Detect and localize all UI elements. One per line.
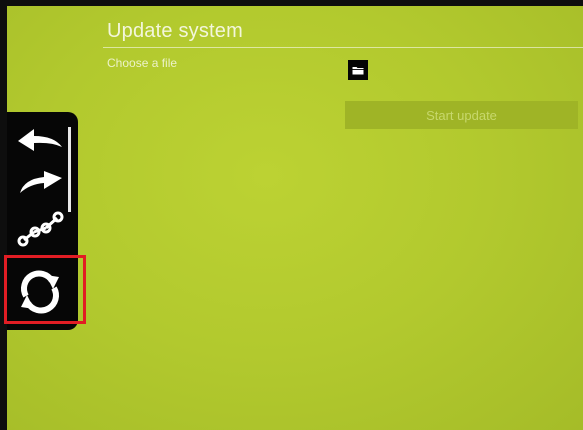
- refresh-icon: [21, 270, 59, 314]
- sidebar-item-update[interactable]: [7, 259, 73, 325]
- choose-file-label: Choose a file: [107, 56, 178, 70]
- sidebar-scrollbar[interactable]: [68, 127, 71, 212]
- network-icon: [17, 211, 64, 247]
- sidebar-item-back[interactable]: [7, 120, 73, 164]
- back-arrow-icon: [18, 129, 62, 151]
- title-divider: [103, 47, 583, 48]
- sidebar-item-network[interactable]: [7, 202, 73, 254]
- folder-icon: [352, 67, 364, 75]
- update-screen: Update system Choose a file Start update: [7, 6, 583, 430]
- choose-file-button[interactable]: [348, 60, 368, 80]
- forward-arrow-icon: [20, 171, 62, 193]
- start-update-button[interactable]: Start update: [345, 101, 578, 129]
- sidebar-item-forward[interactable]: [7, 164, 73, 204]
- page-title: Update system: [107, 20, 243, 42]
